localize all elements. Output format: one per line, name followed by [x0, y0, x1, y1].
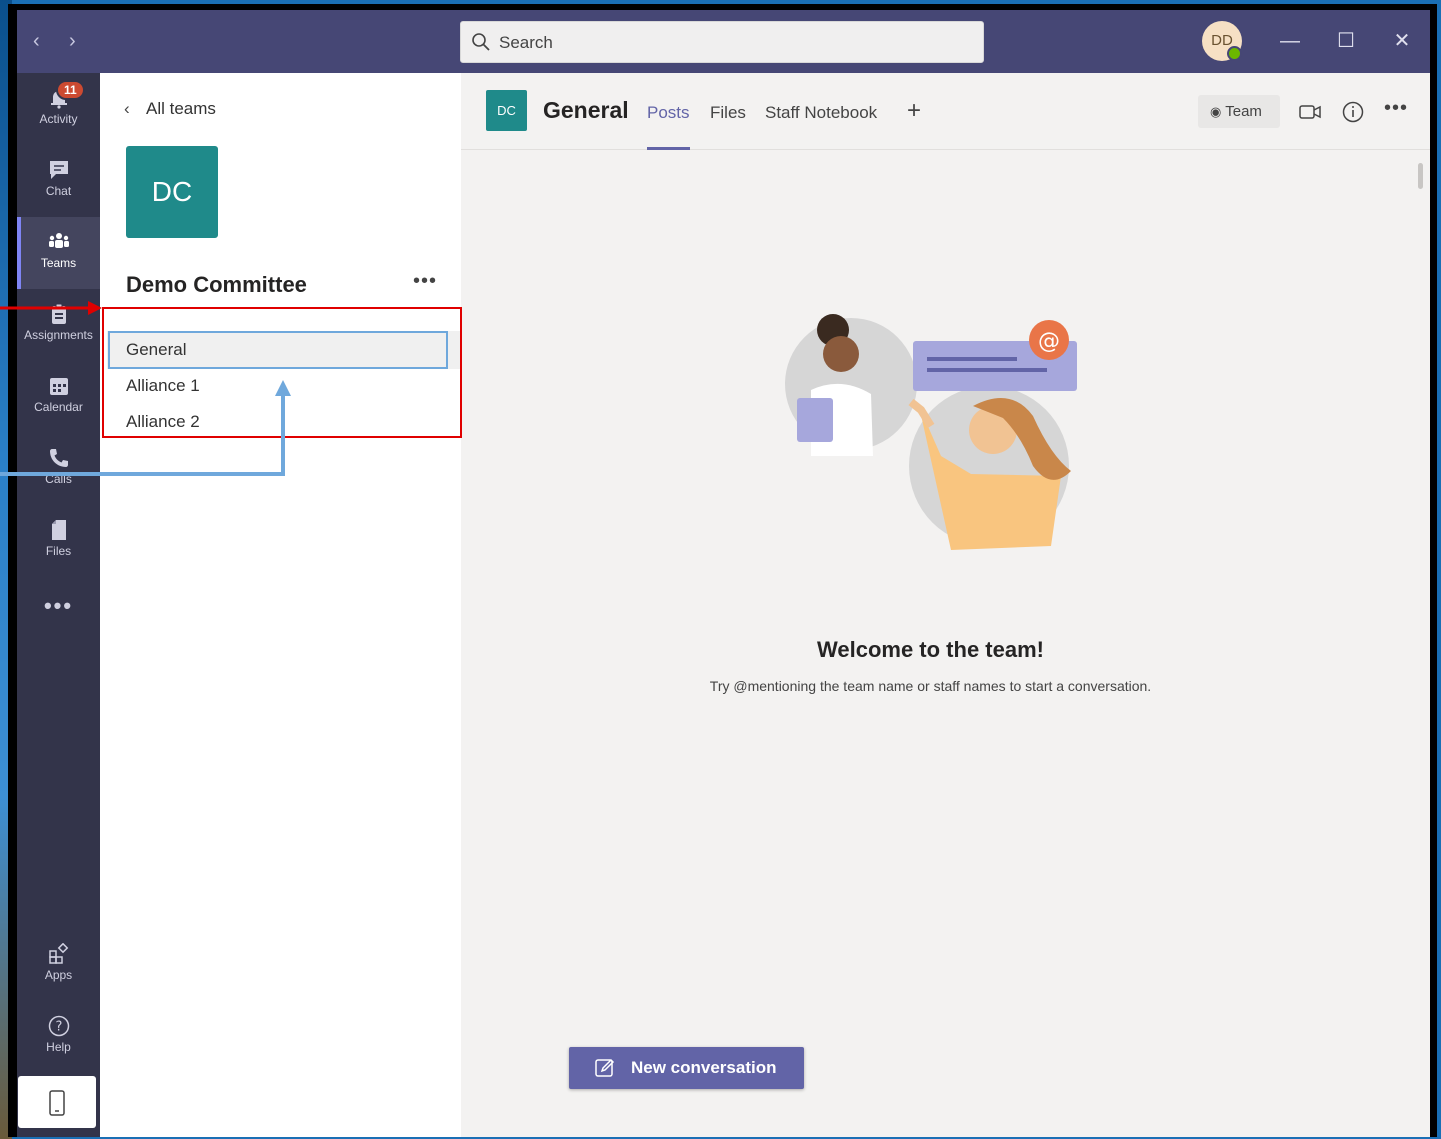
team-visibility-button[interactable]: ◉ Team — [1198, 95, 1280, 128]
search-input[interactable]: Search — [460, 21, 984, 63]
tab-files[interactable]: Files — [710, 103, 746, 123]
download-mobile-button[interactable] — [18, 1076, 96, 1128]
compose-icon — [595, 1058, 615, 1077]
help-icon: ? — [48, 1015, 69, 1037]
rail-label: Chat — [45, 184, 72, 198]
maximize-button[interactable]: ☐ — [1331, 26, 1361, 56]
all-teams-link[interactable]: ‹ All teams — [124, 99, 216, 119]
team-avatar: DC — [126, 146, 218, 238]
new-conversation-label: New conversation — [631, 1058, 777, 1077]
svg-text:?: ? — [55, 1020, 62, 1035]
app-rail: Activity 11 Chat Teams Assignments Calen… — [17, 73, 100, 1137]
rail-label: Teams — [40, 256, 77, 270]
search-placeholder: Search — [499, 33, 553, 52]
file-icon — [51, 520, 66, 540]
tab-posts[interactable]: Posts — [647, 103, 690, 123]
chat-icon — [49, 161, 68, 179]
calendar-icon — [49, 378, 68, 395]
presence-status-icon — [1227, 46, 1242, 61]
rail-item-apps[interactable]: Apps — [17, 929, 100, 1001]
channel-main: DC General Posts Files Staff Notebook + … — [461, 73, 1430, 1137]
annotation-channels-box — [102, 307, 462, 438]
rail-label: Calendar — [34, 400, 83, 414]
eye-icon: ◉ — [1210, 104, 1222, 119]
team-panel: ‹ All teams DC Demo Committee ••• General… — [100, 73, 464, 1137]
welcome-title: Welcome to the team! — [817, 637, 1044, 662]
svg-text:@: @ — [1038, 329, 1060, 354]
phone-icon — [49, 449, 68, 467]
rail-label: Activity — [39, 112, 78, 126]
team-more-options-icon[interactable]: ••• — [413, 270, 437, 293]
new-conversation-button[interactable]: New conversation — [569, 1047, 804, 1089]
rail-item-teams[interactable]: Teams — [17, 217, 100, 289]
close-button[interactable]: ✕ — [1387, 26, 1417, 56]
forward-arrow-icon[interactable]: › — [69, 30, 105, 53]
title-bar: ‹ › Search DD — ☐ ✕ — [17, 10, 1430, 73]
back-arrow-icon[interactable]: ‹ — [33, 30, 69, 53]
all-teams-label: All teams — [146, 99, 216, 118]
teams-app: ‹ › Search DD — ☐ ✕ Activity 11 Chat Team… — [17, 10, 1430, 1137]
rail-label: Calls — [45, 472, 72, 486]
search-icon — [472, 33, 490, 51]
team-name: Demo Committee — [126, 272, 307, 297]
mobile-device-icon — [49, 1090, 65, 1116]
scrollbar-thumb[interactable] — [1418, 163, 1423, 189]
team-pill-label: Team — [1225, 103, 1262, 120]
rail-item-calls[interactable]: Calls — [17, 433, 100, 505]
rail-item-calendar[interactable]: Calendar — [17, 361, 100, 433]
rail-item-help[interactable]: ? Help — [17, 1001, 100, 1073]
welcome-illustration: @ — [785, 314, 1077, 550]
rail-label: Apps — [44, 968, 73, 982]
apps-icon — [48, 943, 68, 964]
rail-label: Help — [46, 1040, 71, 1054]
minimize-button[interactable]: — — [1275, 26, 1305, 56]
rail-label: Assignments — [24, 328, 93, 342]
channel-more-options-icon[interactable]: ••• — [1384, 97, 1408, 120]
active-tab-indicator — [647, 147, 690, 150]
channel-team-avatar: DC — [486, 90, 527, 131]
rail-item-chat[interactable]: Chat — [17, 145, 100, 217]
chevron-left-icon: ‹ — [124, 99, 130, 118]
rail-item-activity[interactable]: Activity 11 — [17, 73, 100, 145]
history-nav: ‹ › — [33, 30, 105, 53]
add-tab-icon[interactable]: + — [907, 97, 921, 125]
rail-item-files[interactable]: Files — [17, 505, 100, 577]
annotation-general-box — [108, 331, 448, 369]
rail-label: Files — [45, 544, 72, 558]
channel-header: DC General Posts Files Staff Notebook + … — [461, 73, 1430, 150]
active-indicator — [17, 217, 21, 289]
channel-title: General — [543, 97, 629, 123]
assignments-icon — [51, 303, 66, 324]
more-apps-button[interactable]: ••• — [17, 593, 100, 619]
tab-staff-notebook[interactable]: Staff Notebook — [765, 103, 877, 123]
rail-item-assignments[interactable]: Assignments — [17, 289, 100, 361]
teams-icon — [48, 233, 69, 248]
info-icon[interactable] — [1341, 100, 1365, 124]
notification-badge: 11 — [56, 80, 85, 100]
welcome-subtitle: Try @mentioning the team name or staff n… — [709, 678, 1152, 694]
meet-video-icon[interactable] — [1298, 100, 1322, 124]
